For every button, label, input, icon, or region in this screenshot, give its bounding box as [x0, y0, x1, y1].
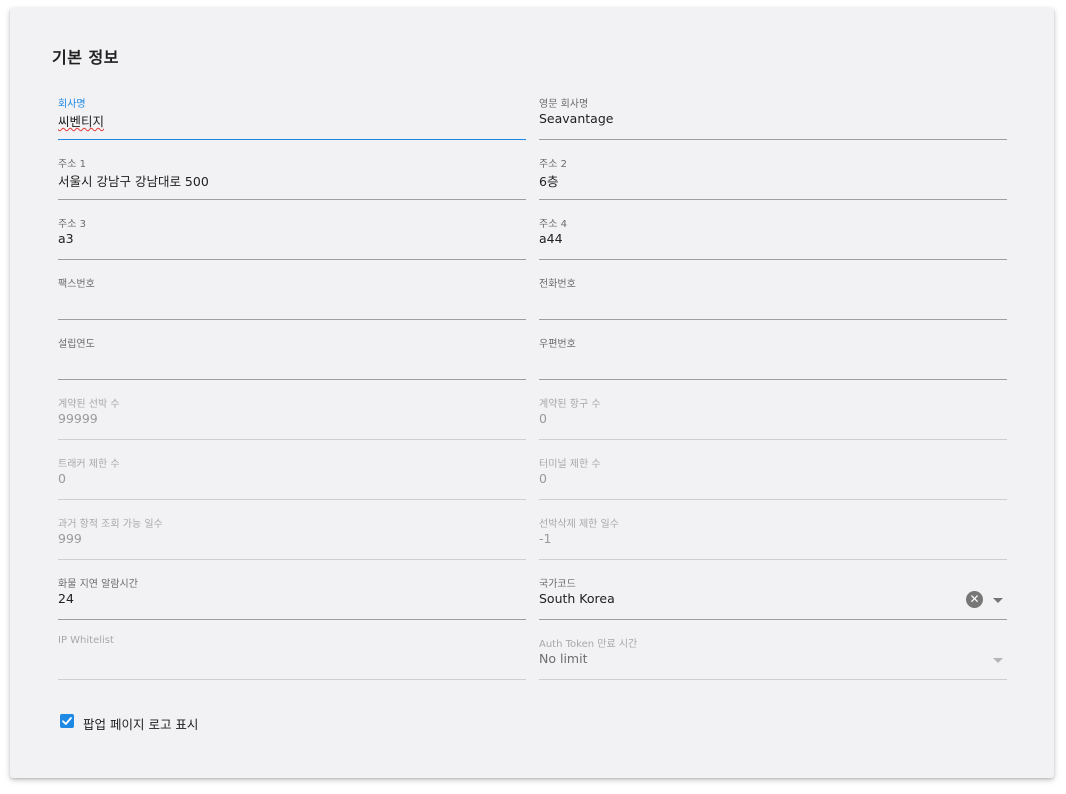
fax-label: 팩스번호 — [58, 279, 95, 290]
tracker-limit-label: 트래커 제한 수 — [58, 459, 120, 470]
auth-token-expiry-value: No limit — [539, 651, 588, 666]
auth-token-expiry-label: Auth Token 만료 시간 — [539, 639, 638, 650]
contracted-ports-value: 0 — [539, 411, 547, 426]
company-name-en-field[interactable]: 영문 회사명 Seavantage — [539, 94, 1007, 140]
history-days-field: 과거 항적 조회 가능 일수 999 — [58, 514, 526, 560]
postal-code-field[interactable]: 우편번호 — [539, 334, 1007, 380]
history-days-value: 999 — [58, 531, 82, 546]
checkmark-icon — [62, 717, 72, 725]
vessel-delete-days-value: -1 — [539, 531, 552, 546]
tracker-limit-field: 트래커 제한 수 0 — [58, 454, 526, 500]
contracted-ports-field: 계약된 항구 수 0 — [539, 394, 1007, 440]
address3-field[interactable]: 주소 3 a3 — [58, 214, 526, 260]
company-name-en-value[interactable]: Seavantage — [539, 111, 613, 126]
terminal-limit-label: 터미널 제한 수 — [539, 459, 601, 470]
ip-whitelist-field: IP Whitelist — [58, 634, 526, 680]
triangle-down-icon[interactable] — [993, 598, 1003, 603]
address1-field[interactable]: 주소 1 서울시 강남구 강남대로 500 — [58, 154, 526, 200]
company-name-value[interactable]: 씨벤티지 — [58, 111, 104, 130]
contracted-vessels-label: 계약된 선박 수 — [58, 399, 120, 410]
address1-value[interactable]: 서울시 강남구 강남대로 500 — [58, 171, 209, 190]
cargo-delay-alert-label: 화물 지연 알람시간 — [58, 579, 138, 590]
triangle-down-icon — [993, 658, 1003, 663]
address2-label: 주소 2 — [539, 159, 567, 170]
clear-circle-icon[interactable]: ✕ — [966, 591, 983, 608]
terminal-limit-value: 0 — [539, 471, 547, 486]
postal-code-label: 우편번호 — [539, 339, 576, 350]
cargo-delay-alert-value[interactable]: 24 — [58, 591, 74, 606]
country-code-value[interactable]: South Korea — [539, 591, 615, 606]
address3-label: 주소 3 — [58, 219, 86, 230]
vessel-delete-days-field: 선박삭제 제한 일수 -1 — [539, 514, 1007, 560]
company-name-label: 회사명 — [58, 99, 86, 110]
address4-label: 주소 4 — [539, 219, 567, 230]
tracker-limit-value: 0 — [58, 471, 66, 486]
country-code-select[interactable]: 국가코드 South Korea ✕ — [539, 574, 1007, 620]
contracted-vessels-field: 계약된 선박 수 99999 — [58, 394, 526, 440]
contracted-ports-label: 계약된 항구 수 — [539, 399, 601, 410]
company-name-field[interactable]: 회사명 씨벤티지 — [58, 94, 526, 140]
cargo-delay-alert-field[interactable]: 화물 지연 알람시간 24 — [58, 574, 526, 620]
contracted-vessels-value: 99999 — [58, 411, 98, 426]
ip-whitelist-label: IP Whitelist — [58, 635, 114, 646]
phone-field[interactable]: 전화번호 — [539, 274, 1007, 320]
address4-field[interactable]: 주소 4 a44 — [539, 214, 1007, 260]
address1-label: 주소 1 — [58, 159, 86, 170]
address2-field[interactable]: 주소 2 6층 — [539, 154, 1007, 200]
auth-token-expiry-select: Auth Token 만료 시간 No limit — [539, 634, 1007, 680]
address4-value[interactable]: a44 — [539, 231, 563, 246]
address2-value[interactable]: 6층 — [539, 171, 558, 190]
vessel-delete-days-label: 선박삭제 제한 일수 — [539, 519, 619, 530]
popup-logo-checkbox[interactable] — [60, 714, 74, 728]
basic-info-panel: 기본 정보 회사명 씨벤티지 영문 회사명 Seavantage 주소 1 서울… — [10, 8, 1054, 778]
company-name-en-label: 영문 회사명 — [539, 99, 589, 110]
popup-logo-label[interactable]: 팝업 페이지 로고 표시 — [83, 714, 198, 733]
history-days-label: 과거 항적 조회 가능 일수 — [58, 519, 163, 530]
fax-field[interactable]: 팩스번호 — [58, 274, 526, 320]
address3-value[interactable]: a3 — [58, 231, 74, 246]
terminal-limit-field: 터미널 제한 수 0 — [539, 454, 1007, 500]
phone-label: 전화번호 — [539, 279, 576, 290]
founded-year-label: 설립연도 — [58, 339, 95, 350]
country-code-label: 국가코드 — [539, 579, 576, 590]
founded-year-field[interactable]: 설립연도 — [58, 334, 526, 380]
section-title: 기본 정보 — [52, 48, 119, 67]
